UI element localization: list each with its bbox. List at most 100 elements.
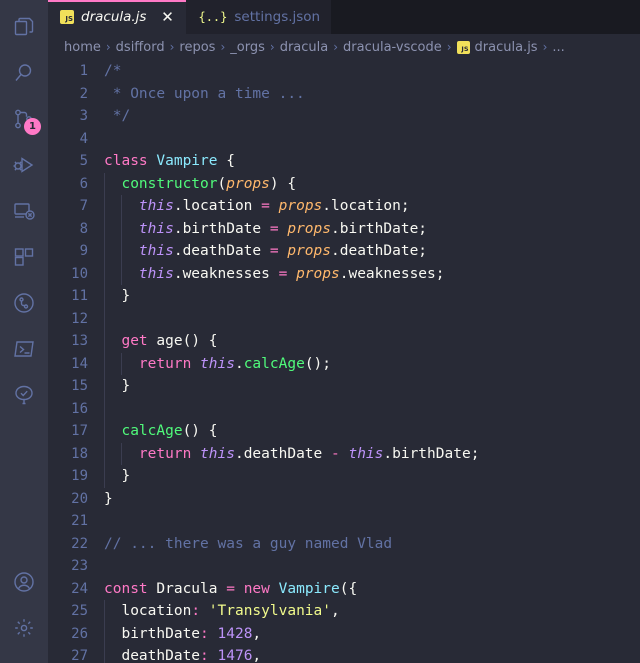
breadcrumb-separator: › — [106, 40, 111, 54]
code-token: 1428 — [218, 626, 253, 642]
code-line[interactable]: 3 */ — [48, 105, 640, 128]
code-line[interactable]: 25 location: 'Transylvania', — [48, 600, 640, 623]
code-token: class — [104, 153, 148, 169]
line-number: 14 — [48, 353, 100, 376]
code-token: /* — [104, 63, 121, 79]
code-line[interactable]: 4 — [48, 128, 640, 151]
code-token: this — [200, 356, 235, 372]
settings-gear-icon[interactable] — [0, 605, 48, 651]
indent-guide — [104, 623, 105, 646]
code-line[interactable]: 18 return this.deathDate - this.birthDat… — [48, 443, 640, 466]
code-token: : — [191, 603, 200, 619]
code-token: deathDate — [104, 648, 200, 663]
code-line[interactable]: 26 birthDate: 1428, — [48, 623, 640, 646]
code-line[interactable]: 17 calcAge() { — [48, 420, 640, 443]
code-text: /* — [100, 60, 640, 83]
code-text — [100, 398, 640, 421]
breadcrumb-overflow[interactable]: ... — [552, 40, 564, 55]
code-token: .birthDate; — [383, 446, 479, 462]
search-icon[interactable] — [0, 50, 48, 96]
account-icon[interactable] — [0, 559, 48, 605]
extensions-icon[interactable] — [0, 234, 48, 280]
code-token — [104, 176, 121, 192]
breadcrumb-separator: › — [543, 40, 548, 54]
indent-guide — [121, 353, 122, 376]
code-token: 1476 — [218, 648, 253, 663]
code-line[interactable]: 21 — [48, 510, 640, 533]
code-text: return this.calcAge(); — [100, 353, 640, 376]
code-line[interactable]: 6 constructor(props) { — [48, 173, 640, 196]
source-control-icon[interactable]: 1 — [0, 96, 48, 142]
line-number: 25 — [48, 600, 100, 623]
code-text: deathDate: 1476, — [100, 645, 640, 663]
code-line[interactable]: 24const Dracula = new Vampire({ — [48, 578, 640, 601]
indent-guide — [104, 240, 105, 263]
breadcrumb-item[interactable]: home — [64, 40, 101, 55]
breadcrumb-item[interactable]: repos — [179, 40, 215, 55]
code-line[interactable]: 10 this.weaknesses = props.weaknesses; — [48, 263, 640, 286]
code-line[interactable]: 11 } — [48, 285, 640, 308]
code-line[interactable]: 1/* — [48, 60, 640, 83]
line-number: 24 — [48, 578, 100, 601]
terminal-icon[interactable] — [0, 326, 48, 372]
code-token: = — [261, 198, 270, 214]
code-line[interactable]: 22// ... there was a guy named Vlad — [48, 533, 640, 556]
testing-icon[interactable] — [0, 372, 48, 418]
code-line[interactable]: 14 return this.calcAge(); — [48, 353, 640, 376]
indent-guide — [104, 285, 105, 308]
code-token: ({ — [340, 581, 357, 597]
close-icon[interactable]: ✕ — [159, 10, 175, 25]
code-line[interactable]: 2 * Once upon a time ... — [48, 83, 640, 106]
line-number: 8 — [48, 218, 100, 241]
breadcrumb-item[interactable]: dsifford — [116, 40, 165, 55]
code-text: // ... there was a guy named Vlad — [100, 533, 640, 556]
code-token: .location; — [322, 198, 409, 214]
code-token: Vampire — [156, 153, 217, 169]
code-line[interactable]: 5class Vampire { — [48, 150, 640, 173]
tab-dracula-js[interactable]: JS dracula.js ✕ — [48, 0, 186, 34]
code-line[interactable]: 27 deathDate: 1476, — [48, 645, 640, 663]
tab-settings-json[interactable]: {..} settings.json — [186, 0, 331, 34]
code-line[interactable]: 9 this.deathDate = props.deathDate; — [48, 240, 640, 263]
code-line[interactable]: 12 — [48, 308, 640, 331]
line-number: 5 — [48, 150, 100, 173]
breadcrumb-file[interactable]: dracula.js — [475, 40, 538, 55]
breadcrumb-item[interactable]: _orgs — [230, 40, 265, 55]
code-line[interactable]: 13 get age() { — [48, 330, 640, 353]
code-token: } — [104, 468, 130, 484]
code-line[interactable]: 8 this.birthDate = props.birthDate; — [48, 218, 640, 241]
code-line[interactable]: 16 — [48, 398, 640, 421]
code-text: return this.deathDate - this.birthDate; — [100, 443, 640, 466]
remote-explorer-icon[interactable] — [0, 188, 48, 234]
code-line[interactable]: 19 } — [48, 465, 640, 488]
code-text: get age() { — [100, 330, 640, 353]
breadcrumb-item[interactable]: dracula — [280, 40, 329, 55]
code-editor[interactable]: 1/*2 * Once upon a time ...3 */4 5class … — [48, 60, 640, 663]
code-token: = — [226, 581, 235, 597]
tab-label: dracula.js — [81, 9, 146, 25]
breadcrumb-item[interactable]: dracula-vscode — [343, 40, 442, 55]
code-token: * Once upon a time ... — [104, 86, 305, 102]
code-text: calcAge() { — [100, 420, 640, 443]
run-debug-icon[interactable] — [0, 142, 48, 188]
code-line[interactable]: 7 this.location = props.location; — [48, 195, 640, 218]
code-line[interactable]: 23 — [48, 555, 640, 578]
code-token: : — [200, 626, 209, 642]
code-text: } — [100, 375, 640, 398]
code-text: this.birthDate = props.birthDate; — [100, 218, 640, 241]
line-number: 20 — [48, 488, 100, 511]
indent-guide — [104, 465, 105, 488]
breadcrumb-separator: › — [220, 40, 225, 54]
code-line[interactable]: 15 } — [48, 375, 640, 398]
line-number: 16 — [48, 398, 100, 421]
code-text: } — [100, 285, 640, 308]
indent-guide — [104, 263, 105, 286]
explorer-icon[interactable] — [0, 4, 48, 50]
js-file-icon: JS — [60, 10, 74, 24]
code-line[interactable]: 20} — [48, 488, 640, 511]
code-token: props — [287, 243, 331, 259]
git-graph-icon[interactable] — [0, 280, 48, 326]
indent-guide — [104, 443, 105, 466]
indent-guide — [121, 240, 122, 263]
code-token: this — [139, 266, 174, 282]
